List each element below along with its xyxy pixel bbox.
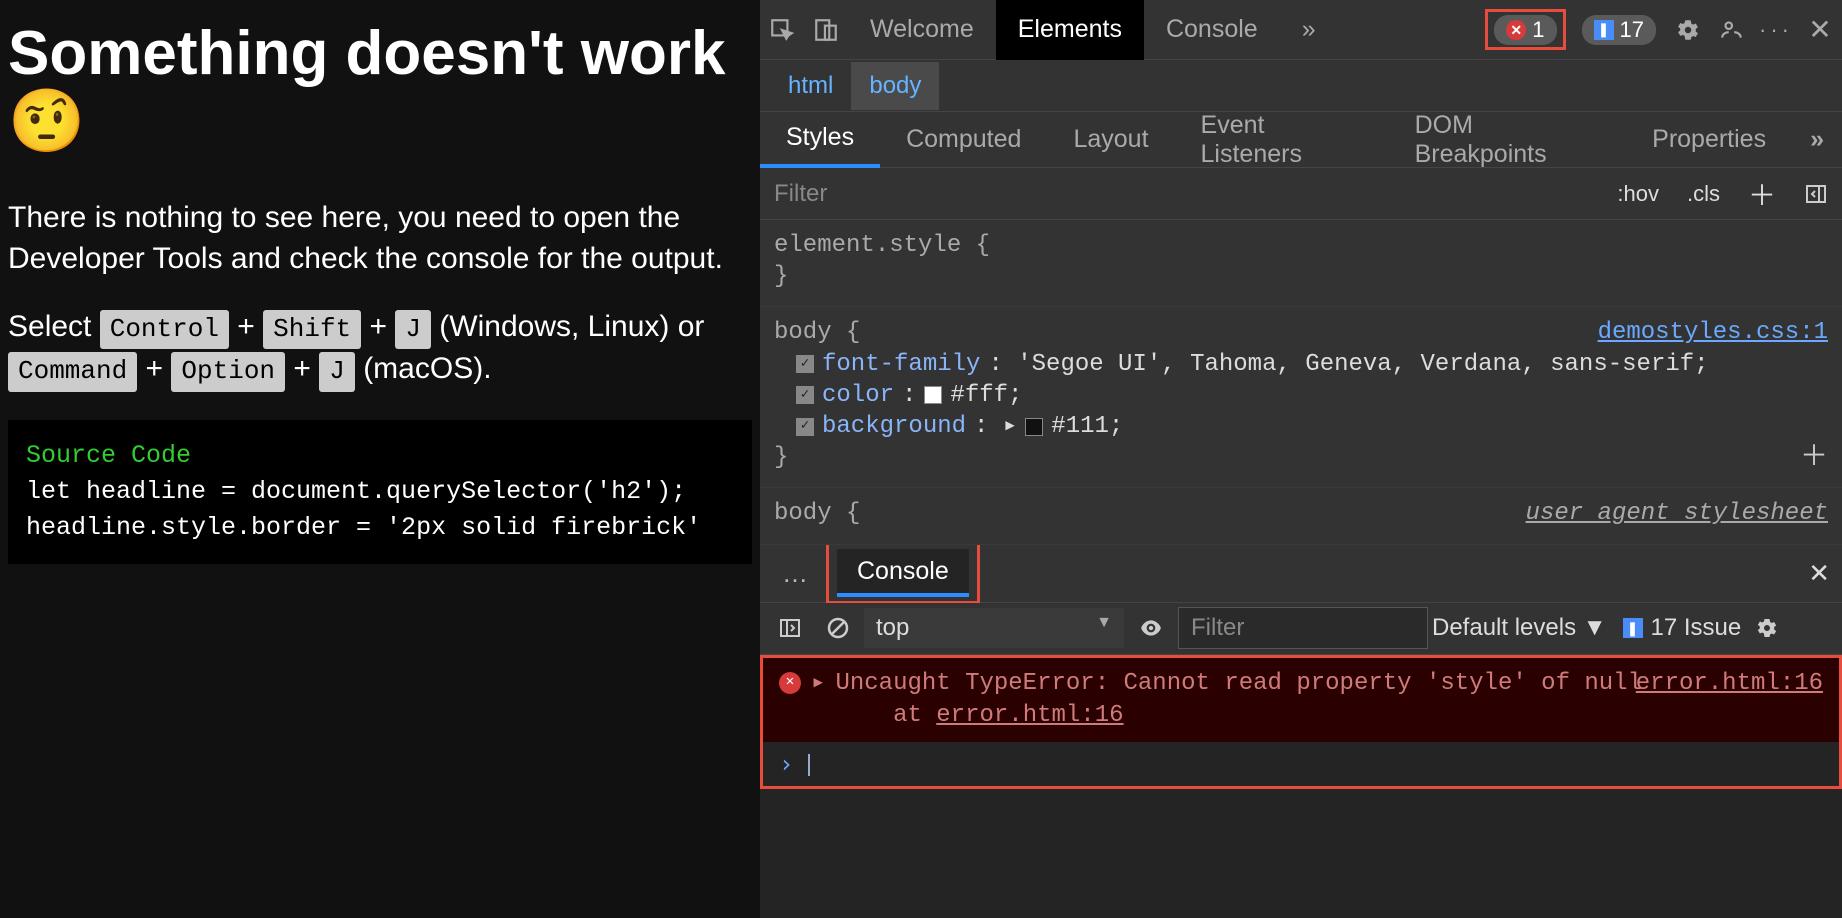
kbd-option: Option: [171, 352, 285, 391]
issues-count: 17: [1620, 17, 1644, 43]
crumb-html[interactable]: html: [770, 62, 851, 110]
toggle-sidebar-icon[interactable]: [768, 616, 812, 640]
styles-tab-bar: Styles Computed Layout Event Listeners D…: [760, 112, 1842, 168]
checkbox-icon[interactable]: ✓: [796, 386, 814, 404]
subtab-listeners[interactable]: Event Listeners: [1175, 112, 1389, 168]
crumb-body[interactable]: body: [851, 62, 939, 110]
error-source-link[interactable]: error.html:16: [1636, 668, 1823, 700]
styles-filter-row: Filter :hov .cls ＋: [760, 168, 1842, 220]
prop-background[interactable]: ✓ background: ▸ #111;: [774, 411, 1828, 442]
console-error-highlight: ✕ ▸ Uncaught TypeError: Cannot read prop…: [760, 655, 1842, 790]
checkbox-icon[interactable]: ✓: [796, 418, 814, 436]
error-count-badge[interactable]: ✕ 1: [1494, 15, 1556, 45]
tab-welcome[interactable]: Welcome: [848, 0, 996, 60]
kbd-j2: J: [319, 352, 355, 391]
text-cursor: [808, 754, 810, 776]
kbd-j: J: [395, 310, 431, 349]
tabs-more[interactable]: »: [1280, 0, 1338, 60]
devtools-panel: Welcome Elements Console » ✕ 1 ❚ 17 ··· …: [760, 0, 1842, 918]
error-icon: ✕: [779, 672, 801, 694]
shortcut-text: Select Control + Shift + J (Windows, Lin…: [8, 307, 752, 391]
rule-source-link[interactable]: demostyles.css:1: [1598, 317, 1828, 348]
toggle-sidebar-icon[interactable]: [1790, 182, 1842, 206]
live-expression-icon[interactable]: [1128, 615, 1174, 641]
log-levels-select[interactable]: Default levels ▼: [1432, 614, 1607, 642]
clear-console-icon[interactable]: [816, 616, 860, 640]
element-style-close: }: [774, 261, 1828, 292]
prompt-chevron-icon: ›: [779, 750, 793, 778]
rule-body-ua: user agent stylesheet body {: [760, 488, 1842, 544]
console-filter-input[interactable]: Filter: [1178, 607, 1428, 649]
console-error-message[interactable]: ✕ ▸ Uncaught TypeError: Cannot read prop…: [763, 658, 1839, 743]
checkbox-icon[interactable]: ✓: [796, 355, 814, 373]
more-menu-icon[interactable]: ···: [1754, 8, 1798, 52]
issues-badge[interactable]: ❚ 17: [1582, 15, 1656, 45]
color-swatch-icon[interactable]: [924, 386, 942, 404]
rule-element-style[interactable]: element.style { }: [760, 220, 1842, 307]
tab-console[interactable]: Console: [1144, 0, 1280, 60]
drawer-tab-console[interactable]: Console: [837, 549, 969, 597]
subtab-dom-breakpoints[interactable]: DOM Breakpoints: [1389, 112, 1627, 168]
issues-icon: ❚: [1594, 20, 1614, 40]
kbd-shift: Shift: [263, 310, 361, 349]
hov-button[interactable]: :hov: [1603, 181, 1673, 207]
error-text: Uncaught TypeError: Cannot read property…: [835, 670, 1642, 697]
webpage-pane: Something doesn't work 🤨 There is nothin…: [0, 0, 760, 918]
source-code-block: Source Code let headline = document.quer…: [8, 420, 752, 565]
console-tabbar: … Console ✕: [760, 545, 1842, 603]
ua-stylesheet-label: user agent stylesheet: [1526, 498, 1828, 529]
console-settings-icon[interactable]: [1745, 616, 1789, 640]
subtab-styles[interactable]: Styles: [760, 112, 880, 168]
drawer-menu-icon[interactable]: …: [772, 558, 818, 589]
settings-icon[interactable]: [1666, 8, 1710, 52]
add-property-icon[interactable]: ＋: [1800, 441, 1828, 477]
devtools-topbar: Welcome Elements Console » ✕ 1 ❚ 17 ··· …: [760, 0, 1842, 60]
subtab-layout[interactable]: Layout: [1047, 112, 1174, 168]
console-drawer: … Console ✕ top Filter Default levels ▼ …: [760, 545, 1842, 918]
device-toolbar-icon[interactable]: [804, 8, 848, 52]
rule-body[interactable]: demostyles.css:1 body { ✓ font-family: '…: [760, 307, 1842, 488]
cls-button[interactable]: .cls: [1673, 181, 1734, 207]
subtab-properties[interactable]: Properties: [1626, 112, 1792, 168]
error-icon: ✕: [1506, 20, 1526, 40]
code-line-1: let headline = document.querySelector('h…: [26, 477, 686, 506]
intro-text: There is nothing to see here, you need t…: [8, 198, 752, 279]
color-swatch-icon[interactable]: [1025, 418, 1043, 436]
kbd-command: Command: [8, 352, 137, 391]
expand-icon[interactable]: ▸: [811, 668, 825, 733]
error-stack-link[interactable]: error.html:16: [936, 702, 1123, 729]
context-select[interactable]: top: [864, 608, 1124, 648]
status-badges: ✕ 1 ❚ 17: [1485, 9, 1656, 51]
console-tab-highlight: Console: [826, 542, 980, 604]
tab-elements[interactable]: Elements: [996, 0, 1144, 60]
console-toolbar: top Filter Default levels ▼ ❚ 17 Issue: [760, 603, 1842, 655]
subtab-computed[interactable]: Computed: [880, 112, 1047, 168]
element-style-selector: element.style {: [774, 230, 1828, 261]
page-title: Something doesn't work 🤨: [8, 20, 752, 156]
code-line-2: headline.style.border = '2px solid fireb…: [26, 513, 701, 542]
inspect-element-icon[interactable]: [760, 8, 804, 52]
kbd-control: Control: [100, 310, 229, 349]
shortcut-pre: Select: [8, 310, 100, 343]
prop-color[interactable]: ✓ color: #fff;: [774, 380, 1828, 411]
styles-filter-input[interactable]: Filter: [760, 180, 1603, 208]
close-drawer-icon[interactable]: ✕: [1808, 558, 1830, 589]
error-count-highlight: ✕ 1: [1485, 9, 1565, 51]
error-count: 1: [1532, 17, 1544, 43]
prop-font-family[interactable]: ✓ font-family: 'Segoe UI', Tahoma, Genev…: [774, 349, 1828, 380]
subtab-more[interactable]: »: [1792, 112, 1842, 168]
console-prompt[interactable]: ›: [763, 742, 1839, 786]
new-rule-button[interactable]: ＋: [1734, 174, 1790, 214]
close-devtools-icon[interactable]: ✕: [1798, 8, 1842, 52]
issues-link[interactable]: ❚ 17 Issue: [1623, 614, 1742, 642]
issues-icon: ❚: [1623, 618, 1643, 638]
code-header: Source Code: [26, 441, 191, 470]
body-close: }: [774, 442, 1828, 473]
feedback-icon[interactable]: [1710, 8, 1754, 52]
dom-breadcrumbs: html body: [760, 60, 1842, 112]
